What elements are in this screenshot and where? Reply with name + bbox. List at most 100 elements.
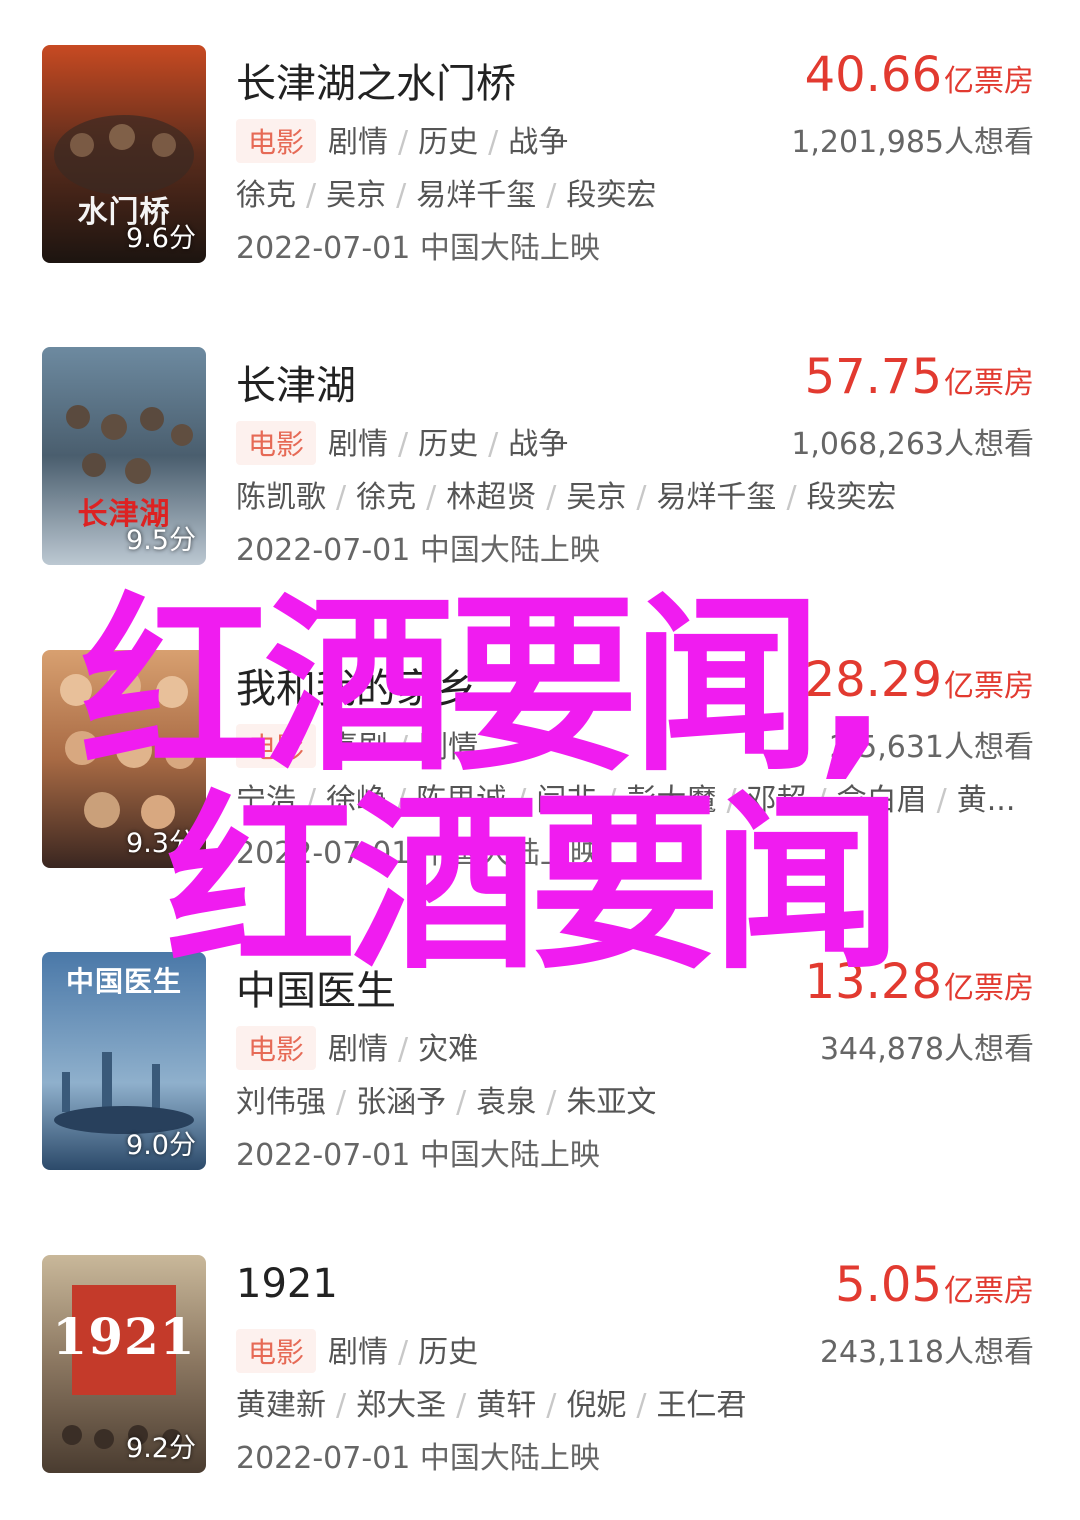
movie-item[interactable]: 1921 9.2分 1921 5.05亿票房 电影 剧情 / 历史 243,118人想…: [0, 1255, 1080, 1485]
separator: /: [726, 783, 737, 818]
cast-row: 陈凯歌 / 徐克 / 林超贤 / 吴京 / 易烊千玺 / 段奕宏: [236, 472, 1036, 516]
movie-item[interactable]: 9.3分 我和我的家乡 28.29亿票房 电影 喜剧 / 剧情 2,5,631人想看 …: [0, 650, 1080, 880]
box-office-value: 28.29: [804, 652, 942, 708]
box-office-value: 57.75: [804, 349, 942, 405]
separator: /: [546, 480, 557, 515]
movie-poster[interactable]: 1921 9.2分: [42, 1255, 206, 1473]
movie-title[interactable]: 1921: [236, 1261, 338, 1307]
box-office: 5.05亿票房: [835, 1257, 1034, 1313]
box-office-unit: 亿票房: [944, 64, 1034, 99]
genre: 剧情: [328, 1032, 389, 1067]
genre: 剧情: [328, 1335, 389, 1370]
separator: /: [398, 427, 409, 462]
separator: /: [456, 1085, 467, 1120]
cast-member: 袁泉: [476, 1085, 537, 1120]
cast-member: 易烊千玺: [416, 178, 537, 213]
poster-title: 1921: [52, 1307, 196, 1366]
movie-item[interactable]: 长津湖 9.5分 长津湖 57.75亿票房 电影 剧情 / 历史 / 战争 1,068,2…: [0, 347, 1080, 577]
cast-row: 黄建新 / 郑大圣 / 黄轩 / 倪妮 / 王仁君: [236, 1380, 1036, 1424]
cast-member: 林超贤: [446, 480, 537, 515]
genre: 战争: [508, 125, 569, 160]
box-office-unit: 亿票房: [944, 971, 1034, 1006]
cast-member: 段奕宏: [806, 480, 897, 515]
rating-badge: 9.2分: [126, 1433, 196, 1464]
movie-poster[interactable]: 水门桥 9.6分: [42, 45, 206, 263]
separator: /: [546, 178, 557, 213]
separator: /: [398, 730, 409, 765]
box-office-value: 13.28: [804, 954, 942, 1010]
separator: /: [546, 1388, 557, 1423]
separator: /: [306, 178, 317, 213]
genre: 历史: [418, 427, 479, 462]
movie-poster[interactable]: 9.3分: [42, 650, 206, 868]
movie-poster[interactable]: 长津湖 9.5分: [42, 347, 206, 565]
movie-title[interactable]: 我和我的家乡: [236, 656, 476, 714]
release-info: 2022-07-01 中国大陆上映: [236, 231, 600, 266]
cast-member: 陈凯歌: [236, 480, 326, 515]
box-office: 57.75亿票房: [805, 349, 1034, 405]
cast-member: 朱亚文: [566, 1085, 657, 1120]
rating-badge: 9.0分: [126, 1130, 196, 1161]
cast-member: 闫非: [536, 783, 597, 818]
genre: 历史: [418, 125, 479, 160]
cast-member: 郑大圣: [356, 1388, 447, 1423]
box-office-unit: 亿票房: [944, 669, 1034, 704]
separator: /: [398, 1335, 409, 1370]
cast-member: 吴京: [566, 480, 627, 515]
cast-row: 徐克 / 吴京 / 易烊千玺 / 段奕宏: [236, 170, 1036, 214]
cast-member: 王仁君: [656, 1388, 747, 1423]
type-tag: 电影: [236, 421, 317, 465]
want-count: 1,068,263人想看: [791, 427, 1034, 462]
movie-item[interactable]: 中国医生 9.0分 中国医生 13.28亿票房 电影 剧情 / 灾难 344,878人…: [0, 952, 1080, 1182]
separator: /: [426, 480, 437, 515]
movie-title[interactable]: 长津湖: [236, 353, 356, 411]
separator: /: [936, 783, 947, 818]
type-tag: 电影: [236, 1329, 317, 1373]
genre-row: 电影 剧情 / 灾难: [236, 1024, 478, 1070]
separator: /: [336, 1085, 347, 1120]
movie-item[interactable]: 水门桥 9.6分 长津湖之水门桥 40.66亿票房 电影 剧情 / 历史 / 战争 1,2…: [0, 45, 1080, 275]
separator: /: [456, 1388, 467, 1423]
separator: /: [396, 783, 407, 818]
rating-badge: 9.6分: [126, 223, 196, 254]
cast-member: 徐峥: [326, 783, 387, 818]
separator: /: [816, 783, 827, 818]
movie-poster[interactable]: 中国医生 9.0分: [42, 952, 206, 1170]
cast-member: 刘伟强: [236, 1085, 326, 1120]
cast-member: 徐克: [356, 480, 417, 515]
separator: /: [306, 783, 317, 818]
separator: /: [636, 480, 647, 515]
poster-title: 中国医生: [65, 965, 182, 998]
cast-row: 宁浩 / 徐峥 / 陈思诚 / 闫非 / 彭大魔 / 邓超 / 俞白眉 / 黄...: [236, 775, 1036, 819]
genre-row: 电影 剧情 / 历史 / 战争: [236, 419, 568, 465]
type-tag: 电影: [236, 119, 317, 163]
separator: /: [398, 125, 409, 160]
genre: 剧情: [418, 730, 479, 765]
box-office: 28.29亿票房: [805, 652, 1034, 708]
separator: /: [786, 480, 797, 515]
genre-row: 电影 剧情 / 历史 / 战争: [236, 117, 568, 163]
cast-member: 彭大魔: [626, 783, 717, 818]
genre: 喜剧: [328, 730, 389, 765]
box-office-unit: 亿票房: [944, 1274, 1034, 1309]
release-info: 2022-07-01 中国大陆上映: [236, 836, 600, 871]
movie-title[interactable]: 长津湖之水门桥: [236, 51, 516, 109]
cast-row: 刘伟强 / 张涵予 / 袁泉 / 朱亚文: [236, 1077, 1036, 1121]
separator: /: [336, 1388, 347, 1423]
release-info: 2022-07-01 中国大陆上映: [236, 1138, 600, 1173]
movie-list: 水门桥 9.6分 长津湖之水门桥 40.66亿票房 电影 剧情 / 历史 / 战争 1,2…: [0, 0, 1080, 1520]
genre: 历史: [418, 1335, 479, 1370]
separator: /: [546, 1085, 557, 1120]
cast-member: 段奕宏: [566, 178, 657, 213]
cast-member: 张涵予: [356, 1085, 447, 1120]
type-tag: 电影: [236, 1026, 317, 1070]
separator: /: [396, 178, 407, 213]
rating-badge: 9.5分: [126, 525, 196, 556]
box-office-value: 40.66: [804, 47, 942, 103]
genre: 剧情: [328, 427, 389, 462]
cast-member: 邓超: [746, 783, 807, 818]
separator: /: [636, 1388, 647, 1423]
separator: /: [488, 427, 499, 462]
movie-title[interactable]: 中国医生: [236, 958, 396, 1016]
cast-member: 黄建新: [236, 1388, 326, 1423]
